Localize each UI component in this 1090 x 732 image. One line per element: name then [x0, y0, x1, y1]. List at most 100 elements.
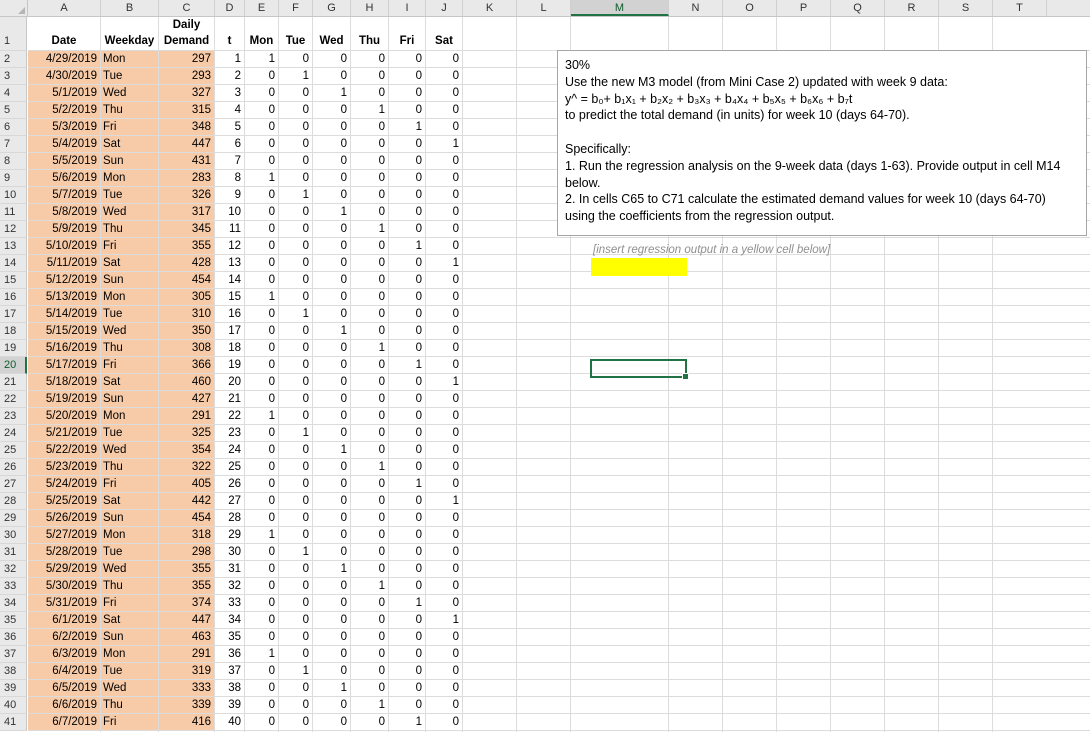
column-header-A[interactable]: A — [28, 0, 101, 16]
weekday-cell[interactable]: Mon — [101, 408, 158, 424]
value-cell[interactable]: 0 — [389, 527, 425, 543]
demand-cell[interactable]: 355 — [159, 578, 214, 594]
demand-cell[interactable]: 298 — [159, 544, 214, 560]
value-cell[interactable]: 0 — [426, 238, 462, 254]
demand-cell[interactable]: 310 — [159, 306, 214, 322]
value-cell[interactable]: 0 — [313, 629, 350, 645]
row-header-9[interactable]: 9 — [0, 170, 27, 187]
column-header-D[interactable]: D — [215, 0, 245, 16]
value-cell[interactable]: 0 — [351, 170, 388, 186]
value-cell[interactable]: 0 — [351, 289, 388, 305]
value-cell[interactable]: 0 — [313, 663, 350, 679]
value-cell[interactable]: 0 — [426, 51, 462, 67]
value-cell[interactable]: 1 — [389, 476, 425, 492]
value-cell[interactable]: 0 — [245, 85, 278, 101]
value-cell[interactable]: 15 — [215, 289, 244, 305]
value-cell[interactable]: 1 — [279, 425, 312, 441]
row-header-13[interactable]: 13 — [0, 238, 27, 255]
demand-cell[interactable]: 348 — [159, 119, 214, 135]
weekday-cell[interactable]: Fri — [101, 357, 158, 373]
value-cell[interactable]: 1 — [313, 85, 350, 101]
value-cell[interactable]: 0 — [245, 306, 278, 322]
value-cell[interactable]: 0 — [351, 663, 388, 679]
value-cell[interactable]: 0 — [245, 493, 278, 509]
date-cell[interactable]: 5/14/2019 — [28, 306, 100, 322]
value-cell[interactable]: 0 — [245, 153, 278, 169]
value-cell[interactable]: 0 — [313, 578, 350, 594]
column-header-G[interactable]: G — [313, 0, 351, 16]
weekday-cell[interactable]: Sun — [101, 272, 158, 288]
value-cell[interactable]: 36 — [215, 646, 244, 662]
value-cell[interactable]: 0 — [351, 272, 388, 288]
value-cell[interactable]: 0 — [279, 714, 312, 730]
value-cell[interactable]: 0 — [351, 119, 388, 135]
column-header-K[interactable]: K — [463, 0, 517, 16]
value-cell[interactable]: 0 — [279, 255, 312, 271]
row-header-12[interactable]: 12 — [0, 221, 27, 238]
value-cell[interactable]: 0 — [426, 663, 462, 679]
value-cell[interactable]: 0 — [245, 595, 278, 611]
value-cell[interactable]: 0 — [279, 153, 312, 169]
value-cell[interactable]: 0 — [245, 136, 278, 152]
value-cell[interactable]: 0 — [389, 221, 425, 237]
date-cell[interactable]: 5/28/2019 — [28, 544, 100, 560]
value-cell[interactable]: 1 — [279, 663, 312, 679]
value-cell[interactable]: 0 — [313, 153, 350, 169]
column-title[interactable]: Wed — [313, 33, 350, 50]
value-cell[interactable]: 0 — [279, 442, 312, 458]
value-cell[interactable]: 0 — [245, 255, 278, 271]
demand-cell[interactable]: 355 — [159, 561, 214, 577]
demand-cell[interactable]: 428 — [159, 255, 214, 271]
value-cell[interactable]: 13 — [215, 255, 244, 271]
value-cell[interactable]: 0 — [426, 459, 462, 475]
value-cell[interactable]: 1 — [389, 357, 425, 373]
value-cell[interactable]: 1 — [245, 170, 278, 186]
value-cell[interactable]: 0 — [313, 595, 350, 611]
value-cell[interactable]: 0 — [245, 374, 278, 390]
value-cell[interactable]: 0 — [389, 255, 425, 271]
value-cell[interactable]: 0 — [313, 714, 350, 730]
value-cell[interactable]: 0 — [245, 102, 278, 118]
weekday-cell[interactable]: Sat — [101, 255, 158, 271]
weekday-cell[interactable]: Thu — [101, 221, 158, 237]
demand-cell[interactable]: 308 — [159, 340, 214, 356]
weekday-cell[interactable]: Sun — [101, 629, 158, 645]
value-cell[interactable]: 0 — [351, 51, 388, 67]
value-cell[interactable]: 0 — [351, 357, 388, 373]
value-cell[interactable]: 0 — [279, 340, 312, 356]
value-cell[interactable]: 0 — [389, 204, 425, 220]
column-title[interactable]: Mon — [245, 33, 278, 50]
row-header-38[interactable]: 38 — [0, 663, 27, 680]
date-cell[interactable]: 5/8/2019 — [28, 204, 100, 220]
column-title[interactable]: Fri — [389, 33, 425, 50]
value-cell[interactable]: 0 — [313, 374, 350, 390]
value-cell[interactable]: 0 — [351, 714, 388, 730]
value-cell[interactable]: 6 — [215, 136, 244, 152]
date-cell[interactable]: 6/1/2019 — [28, 612, 100, 628]
value-cell[interactable]: 0 — [279, 391, 312, 407]
date-cell[interactable]: 5/16/2019 — [28, 340, 100, 356]
date-cell[interactable]: 5/9/2019 — [28, 221, 100, 237]
row-header-34[interactable]: 34 — [0, 595, 27, 612]
value-cell[interactable]: 16 — [215, 306, 244, 322]
value-cell[interactable]: 0 — [313, 527, 350, 543]
value-cell[interactable]: 0 — [313, 425, 350, 441]
value-cell[interactable]: 0 — [389, 510, 425, 526]
column-header-S[interactable]: S — [939, 0, 993, 16]
date-cell[interactable]: 5/4/2019 — [28, 136, 100, 152]
demand-cell[interactable]: 454 — [159, 272, 214, 288]
value-cell[interactable]: 1 — [426, 493, 462, 509]
value-cell[interactable]: 1 — [279, 544, 312, 560]
demand-cell[interactable]: 333 — [159, 680, 214, 696]
value-cell[interactable]: 0 — [245, 476, 278, 492]
row-header-11[interactable]: 11 — [0, 204, 27, 221]
column-header-P[interactable]: P — [777, 0, 831, 16]
value-cell[interactable]: 1 — [351, 340, 388, 356]
demand-cell[interactable]: 345 — [159, 221, 214, 237]
value-cell[interactable]: 0 — [245, 561, 278, 577]
value-cell[interactable]: 0 — [279, 629, 312, 645]
value-cell[interactable]: 0 — [389, 374, 425, 390]
value-cell[interactable]: 0 — [245, 697, 278, 713]
value-cell[interactable]: 1 — [351, 578, 388, 594]
value-cell[interactable]: 1 — [313, 561, 350, 577]
